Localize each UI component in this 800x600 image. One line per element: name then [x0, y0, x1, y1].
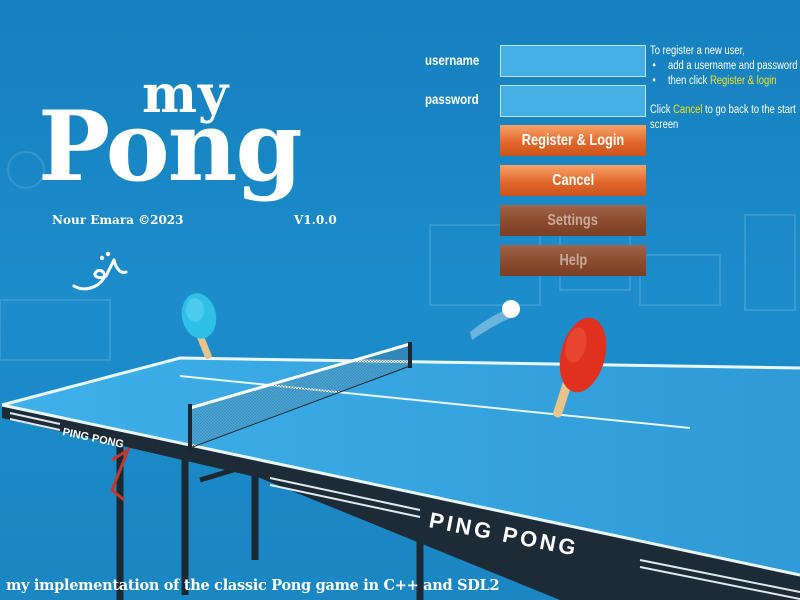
- help-button[interactable]: Help: [500, 245, 646, 276]
- help-cancel-note: Click Cancel to go back to the start: [650, 104, 796, 116]
- cancel-label: Cancel: [552, 171, 594, 189]
- settings-label: Settings: [547, 211, 599, 229]
- username-label: username: [425, 52, 480, 68]
- help-cancel-note-end: screen: [650, 119, 679, 131]
- password-label: password: [425, 91, 479, 107]
- help-instructions: To register a new user, add a username a…: [650, 44, 798, 133]
- password-input[interactable]: [500, 85, 646, 117]
- cancel-button[interactable]: Cancel: [500, 165, 646, 196]
- signature-icon: [72, 251, 128, 291]
- tagline: my implementation of the classic Pong ga…: [6, 577, 500, 594]
- author-credit: Nour Emara ©2023: [52, 213, 184, 227]
- help-intro: To register a new user,: [650, 45, 745, 57]
- version-label: V1.0.0: [294, 213, 337, 227]
- username-input[interactable]: [500, 45, 646, 77]
- register-login-button[interactable]: Register & Login: [500, 125, 646, 156]
- help-step-2: then click Register & login: [652, 74, 781, 89]
- logo-pong-text: Pong: [38, 90, 303, 203]
- settings-button[interactable]: Settings: [500, 205, 646, 236]
- help-register-highlight: Register & login: [709, 75, 777, 87]
- help-label: Help: [559, 251, 587, 269]
- register-login-label: Register & Login: [521, 131, 625, 149]
- help-cancel-highlight: Cancel: [673, 104, 703, 116]
- help-step-1: add a username and password: [652, 59, 797, 74]
